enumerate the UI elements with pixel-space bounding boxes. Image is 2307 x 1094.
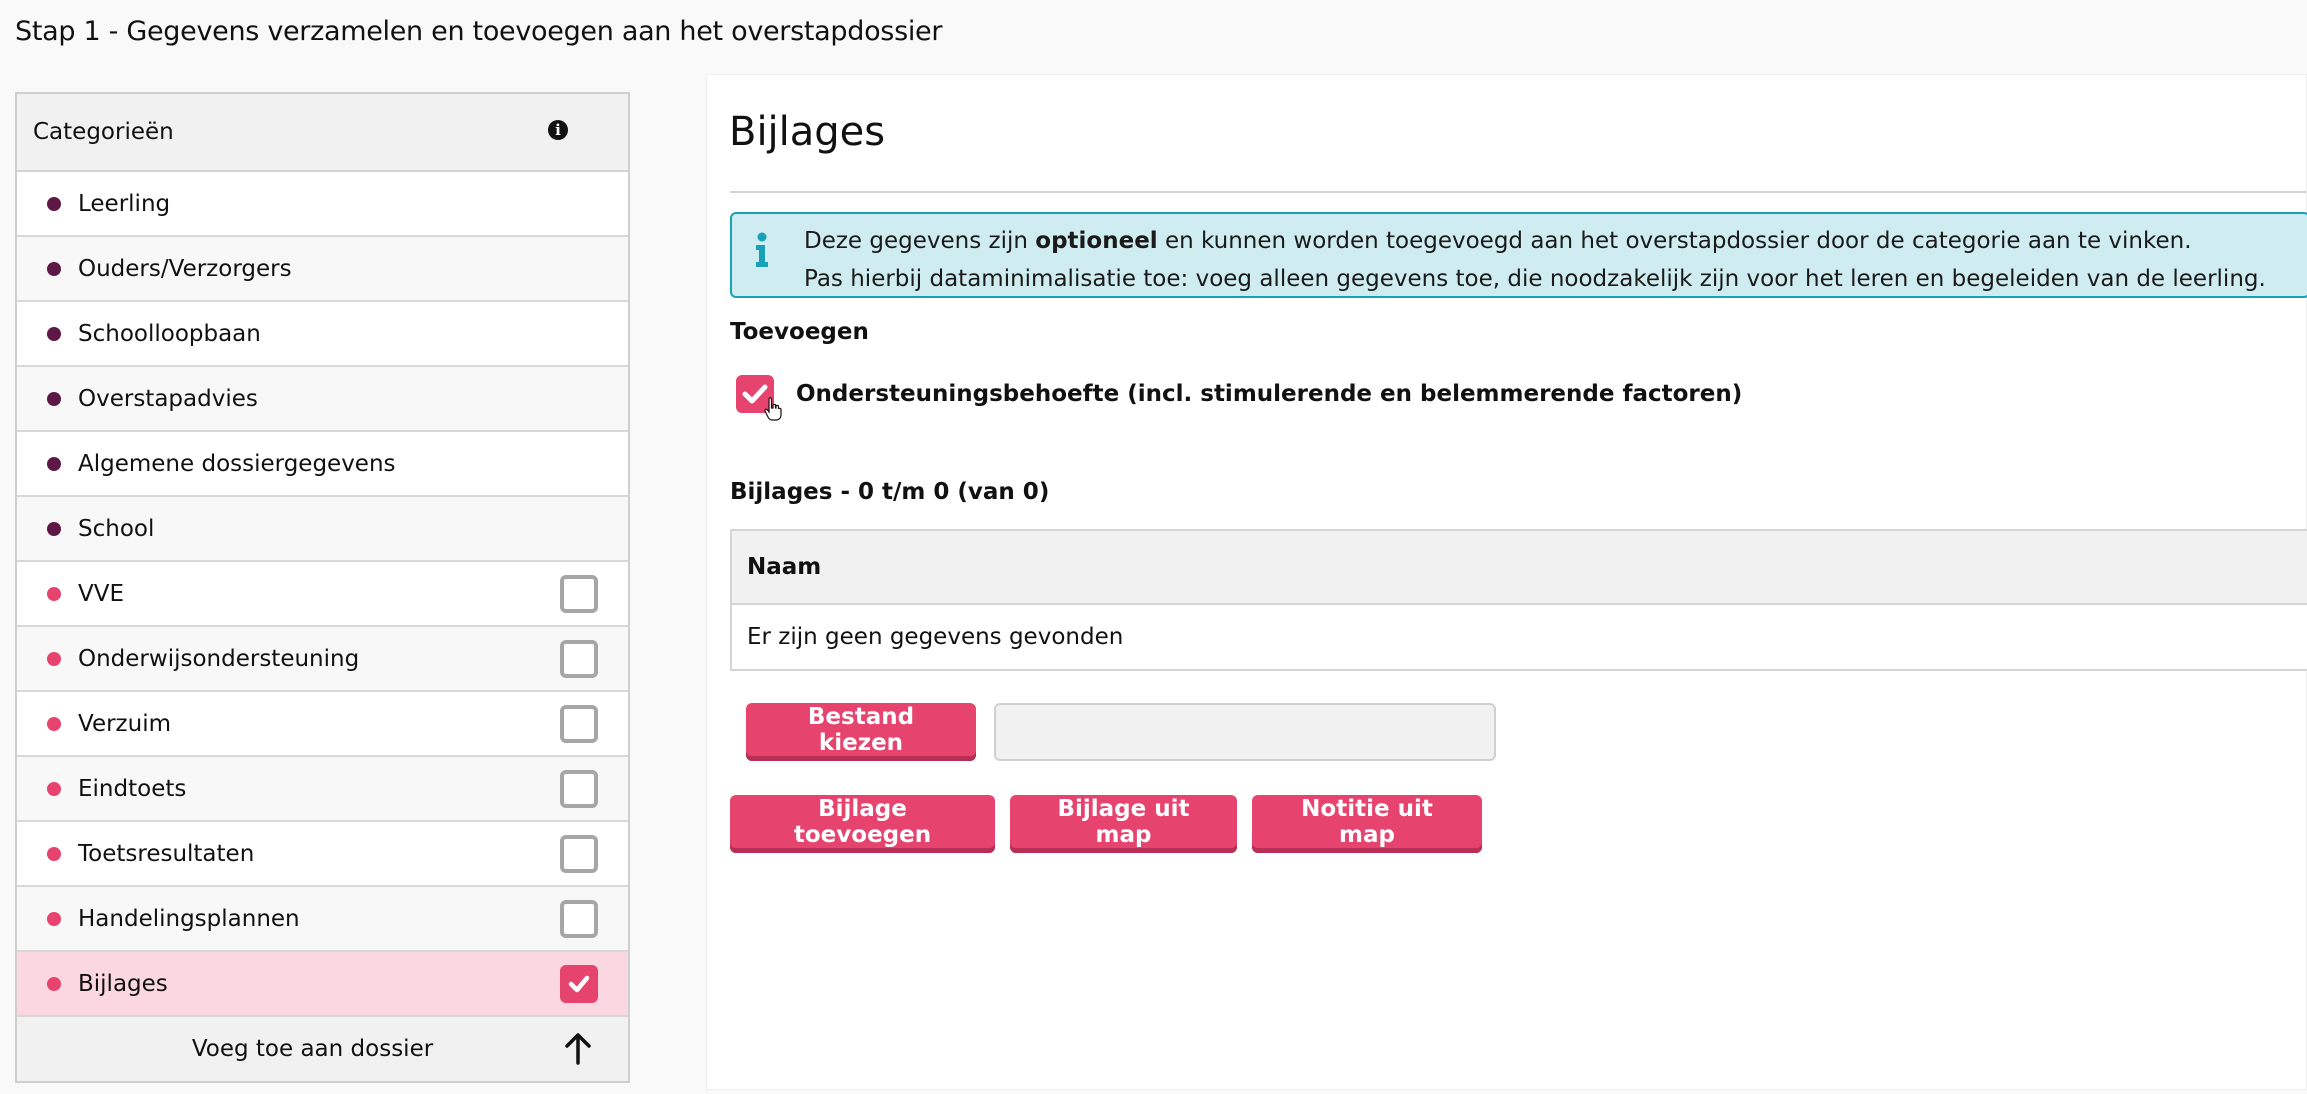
categories-list: Leerling Ouders/Verzorgers Schoolloopbaan O…: [17, 172, 628, 1017]
choose-file-button[interactable]: Bestand kiezen: [746, 703, 976, 761]
bullet-dot-icon: [47, 976, 61, 991]
bullet-dot-icon: [47, 521, 61, 536]
bullet-dot-icon: [47, 651, 61, 666]
category-label: Leerling: [78, 190, 171, 217]
support-needs-checkbox-row[interactable]: Ondersteuningsbehoefte (incl. stimuleren…: [736, 375, 1743, 421]
info-icon: [756, 232, 768, 267]
main-panel: Bijlages Deze gegevens zijn optioneel en…: [706, 74, 2307, 1090]
category-label: Handelingsplannen: [78, 905, 300, 932]
category-label: Overstapadvies: [78, 385, 258, 412]
category-label: Verzuim: [78, 710, 171, 737]
alert-text-1a: Deze gegevens zijn: [804, 228, 1036, 254]
page-title: Stap 1 - Gegevens verzamelen en toevoege…: [15, 16, 943, 47]
arrow-up-icon: [565, 1033, 591, 1065]
category-item-handelingsplannen[interactable]: Handelingsplannen: [17, 887, 628, 952]
attachments-table: Naam Er zijn geen gegevens gevonden: [730, 529, 2307, 671]
category-item-overstapadvies[interactable]: Overstapadvies: [17, 367, 628, 432]
category-label: School: [78, 515, 155, 542]
categories-header-label: Categorieën: [33, 119, 174, 145]
info-alert-text: Deze gegevens zijn optioneel en kunnen w…: [804, 222, 2266, 298]
add-to-dossier-button[interactable]: Voeg toe aan dossier: [17, 1017, 628, 1081]
info-alert: Deze gegevens zijn optioneel en kunnen w…: [730, 212, 2307, 298]
category-item-schoolloopbaan[interactable]: Schoolloopbaan: [17, 302, 628, 367]
support-needs-label: Ondersteuningsbehoefte (incl. stimuleren…: [796, 381, 1743, 407]
category-checkbox[interactable]: [560, 704, 598, 743]
category-label: Ouders/Verzorgers: [78, 255, 292, 282]
category-label: Eindtoets: [78, 775, 187, 802]
category-item-verzuim[interactable]: Verzuim: [17, 692, 628, 757]
add-to-dossier-label: Voeg toe aan dossier: [191, 1036, 434, 1062]
divider: [730, 191, 2306, 193]
bullet-dot-icon: [47, 911, 61, 926]
category-checkbox[interactable]: [560, 964, 598, 1003]
add-section-label: Toevoegen: [730, 319, 869, 345]
category-label: VVE: [78, 580, 124, 607]
info-circle-icon[interactable]: i: [548, 120, 568, 140]
category-item-onderwijsondersteuning[interactable]: Onderwijsondersteuning: [17, 627, 628, 692]
main-title: Bijlages: [729, 109, 886, 155]
category-item-toetsresultaten[interactable]: Toetsresultaten: [17, 822, 628, 887]
bullet-dot-icon: [47, 716, 61, 731]
bullet-dot-icon: [47, 846, 61, 861]
bullet-dot-icon: [47, 586, 61, 601]
category-item-eindtoets[interactable]: Eindtoets: [17, 757, 628, 822]
category-item-ouders-verzorgers[interactable]: Ouders/Verzorgers: [17, 237, 628, 302]
alert-text-bold: optioneel: [1035, 228, 1158, 254]
category-label: Bijlages: [78, 970, 168, 997]
support-needs-checkbox[interactable]: [736, 375, 782, 421]
note-from-folder-button[interactable]: Notitie uit map: [1252, 795, 1482, 853]
bullet-dot-icon: [47, 196, 61, 211]
category-item-leerling[interactable]: Leerling: [17, 172, 628, 237]
empty-table-message: Er zijn geen gegevens gevonden: [732, 605, 2307, 669]
category-item-school[interactable]: School: [17, 497, 628, 562]
bullet-dot-icon: [47, 391, 61, 406]
category-checkbox[interactable]: [560, 574, 598, 613]
category-label: Toetsresultaten: [78, 840, 255, 867]
add-attachment-button[interactable]: Bijlage toevoegen: [730, 795, 995, 853]
category-checkbox[interactable]: [560, 834, 598, 873]
category-item-bijlages[interactable]: Bijlages: [17, 952, 628, 1017]
bullet-dot-icon: [47, 456, 61, 471]
attachments-count-label: Bijlages - 0 t/m 0 (van 0): [730, 479, 1050, 505]
categories-panel: Categorieën i Leerling Ouders/Verzorgers S…: [15, 92, 630, 1083]
attachment-from-folder-button[interactable]: Bijlage uit map: [1010, 795, 1237, 853]
category-checkbox[interactable]: [560, 769, 598, 808]
bullet-dot-icon: [47, 326, 61, 341]
bullet-dot-icon: [47, 261, 61, 276]
checkmark-icon: [568, 975, 590, 992]
column-header-naam[interactable]: Naam: [732, 531, 2307, 605]
alert-text-1b: en kunnen worden toegevoegd aan het over…: [1157, 228, 2192, 254]
category-label: Schoolloopbaan: [78, 320, 261, 347]
hand-cursor-icon: [764, 397, 782, 421]
category-checkbox[interactable]: [560, 899, 598, 938]
categories-header: Categorieën i: [17, 94, 628, 172]
category-checkbox[interactable]: [560, 639, 598, 678]
category-label: Onderwijsondersteuning: [78, 645, 360, 672]
alert-text-2: Pas hierbij dataminimalisatie toe: voeg …: [804, 266, 2266, 292]
bullet-dot-icon: [47, 781, 61, 796]
category-item-algemene-dossiergegevens[interactable]: Algemene dossiergegevens: [17, 432, 628, 497]
category-item-vve[interactable]: VVE: [17, 562, 628, 627]
category-label: Algemene dossiergegevens: [78, 450, 396, 477]
file-name-input[interactable]: [994, 703, 1496, 761]
